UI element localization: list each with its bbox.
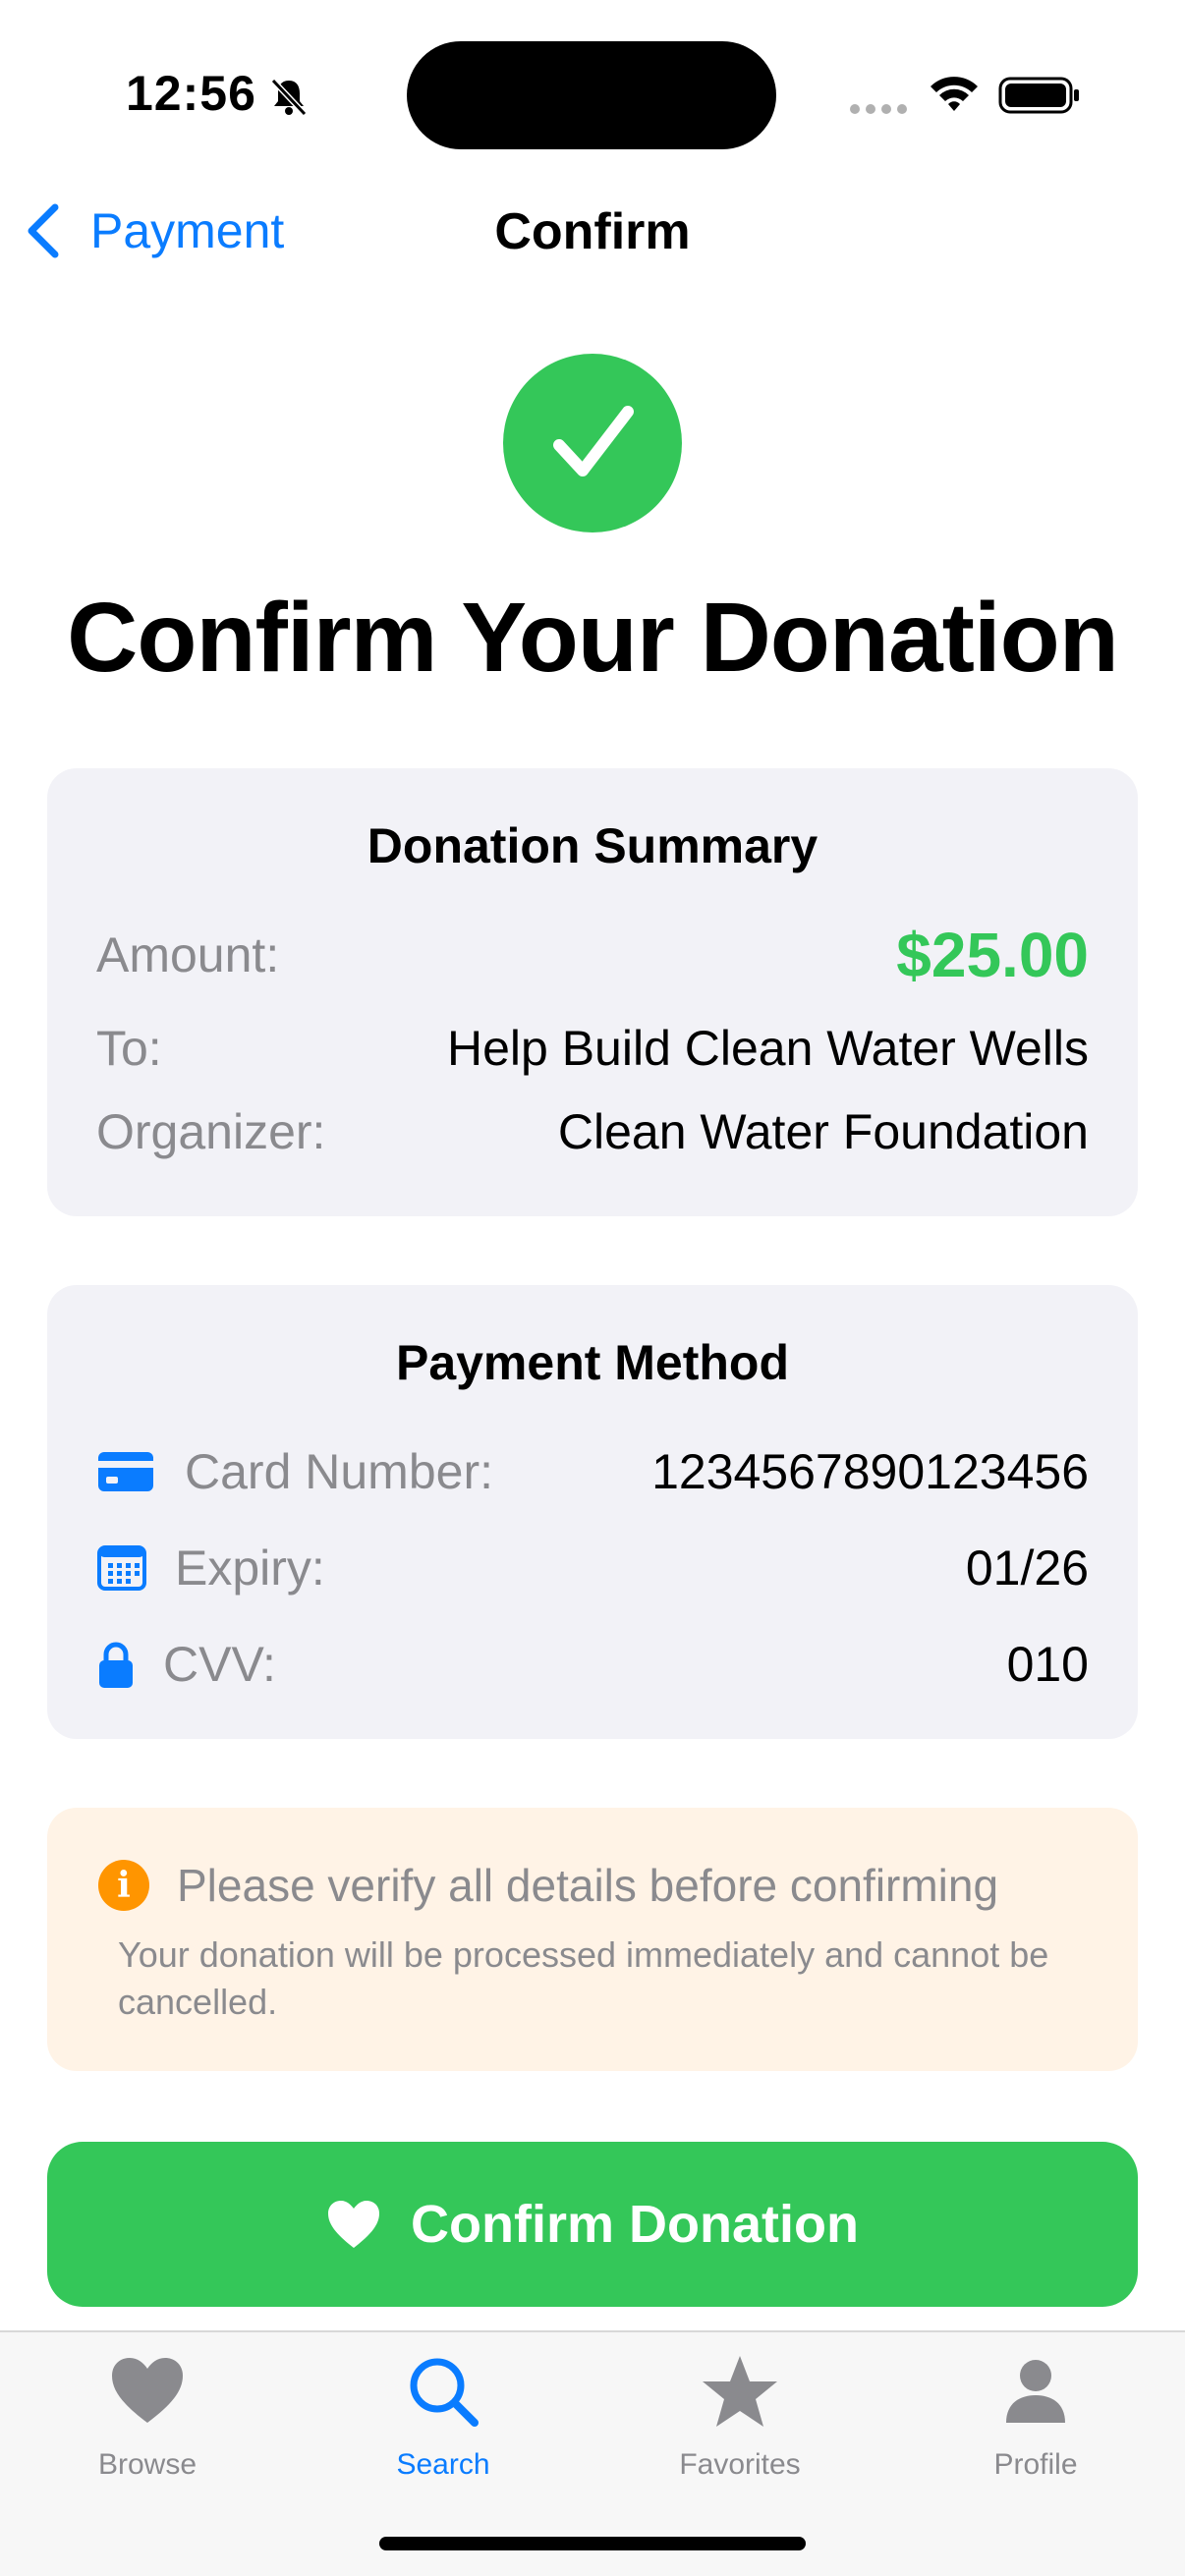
tab-profile[interactable]: Profile bbox=[918, 2352, 1154, 2482]
confirm-donation-button[interactable]: Confirm Donation bbox=[47, 2142, 1138, 2307]
card-number-label: Card Number: bbox=[185, 1444, 493, 1499]
star-icon bbox=[703, 2356, 777, 2427]
cvv-row: CVV: 010 bbox=[96, 1625, 1089, 1704]
credit-card-icon bbox=[96, 1446, 155, 1497]
battery-icon bbox=[998, 77, 1079, 114]
checkmark-circle-icon bbox=[503, 354, 682, 532]
payment-title: Payment Method bbox=[395, 1335, 790, 1390]
to-value: Help Build Clean Water Wells bbox=[446, 1021, 1089, 1076]
donation-summary-card: Donation Summary Amount: $25.00 To: Help… bbox=[47, 768, 1138, 1216]
cvv-value: 010 bbox=[1006, 1637, 1089, 1692]
recipient-row: To: Help Build Clean Water Wells bbox=[96, 1014, 1089, 1083]
expiry-row: Expiry: 01/26 bbox=[96, 1529, 1089, 1607]
to-label: To: bbox=[96, 1021, 162, 1076]
amount-value: $25.00 bbox=[896, 920, 1089, 990]
confirm-button-label: Confirm Donation bbox=[411, 2195, 859, 2254]
status-bar: 12:56 bbox=[0, 0, 1185, 187]
amount-row: Amount: $25.00 bbox=[96, 916, 1089, 994]
payment-method-card: Payment Method Card Number: 123456789012… bbox=[47, 1285, 1138, 1739]
expiry-label: Expiry: bbox=[175, 1540, 325, 1596]
tab-search[interactable]: Search bbox=[325, 2352, 561, 2482]
wifi-icon bbox=[931, 77, 978, 111]
amount-label: Amount: bbox=[96, 927, 280, 982]
tab-label: Profile bbox=[993, 2448, 1078, 2481]
nav-title: Confirm bbox=[494, 203, 691, 260]
organizer-value: Clean Water Foundation bbox=[557, 1104, 1089, 1159]
tab-label: Search bbox=[396, 2448, 490, 2481]
tab-favorites[interactable]: Favorites bbox=[622, 2352, 858, 2482]
verification-warning: i Please verify all details before confi… bbox=[47, 1808, 1138, 2071]
cellular-signal-icon bbox=[850, 104, 907, 114]
confirm-donation-screen: 12:56 Payment Confirm Confirm Your Donat… bbox=[0, 0, 1185, 2576]
search-icon bbox=[410, 2358, 479, 2427]
tab-label: Browse bbox=[97, 2448, 198, 2481]
lock-icon bbox=[96, 1639, 136, 1690]
warning-body: Your donation will be processed immediat… bbox=[118, 1934, 1049, 2022]
person-icon bbox=[1006, 2360, 1065, 2423]
dynamic-island bbox=[407, 41, 776, 149]
card-number-row: Card Number: 1234567890123456 bbox=[96, 1432, 1089, 1511]
info-icon: i bbox=[98, 1860, 149, 1911]
warning-title: Please verify all details before confirm… bbox=[177, 1860, 999, 1911]
bell-slash-icon bbox=[270, 78, 308, 117]
tab-browse[interactable]: Browse bbox=[29, 2352, 265, 2482]
home-indicator bbox=[379, 2537, 806, 2550]
cvv-label: CVV: bbox=[163, 1637, 276, 1692]
heart-icon bbox=[112, 2358, 183, 2423]
status-time: 12:56 bbox=[126, 66, 256, 121]
calendar-icon bbox=[96, 1542, 147, 1594]
tab-label: Favorites bbox=[679, 2448, 801, 2481]
organizer-row: Organizer: Clean Water Foundation bbox=[96, 1097, 1089, 1166]
card-number-value: 1234567890123456 bbox=[651, 1444, 1089, 1499]
heart-icon bbox=[328, 2201, 380, 2248]
expiry-value: 01/26 bbox=[965, 1540, 1089, 1596]
page-headline: Confirm Your Donation bbox=[67, 583, 1119, 693]
checkmark-icon bbox=[553, 406, 634, 476]
organizer-label: Organizer: bbox=[96, 1104, 326, 1159]
summary-title: Donation Summary bbox=[367, 818, 818, 873]
